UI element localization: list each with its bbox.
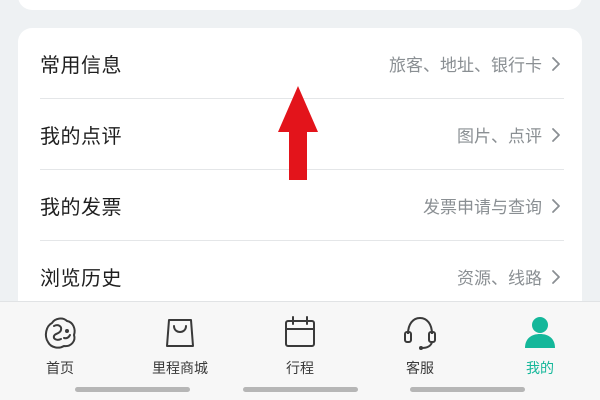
tab-customer-service[interactable]: 客服 — [360, 312, 480, 378]
menu-row-hint: 发票申请与查询 — [423, 198, 542, 218]
menu-row-title: 我的点评 — [40, 124, 122, 148]
profile-icon — [525, 317, 555, 348]
menu-row-title: 我的发票 — [40, 195, 122, 219]
tab-itinerary[interactable]: 行程 — [240, 312, 360, 378]
tab-mine[interactable]: 我的 — [480, 312, 600, 378]
chevron-right-icon — [552, 127, 560, 142]
annotation-arrow-up-icon — [278, 86, 318, 180]
tab-label: 客服 — [406, 361, 434, 377]
calendar-icon — [285, 316, 315, 347]
menu-row-hint: 旅客、地址、银行卡 — [389, 56, 542, 76]
gesture-bar-right — [410, 387, 525, 392]
menu-row-my-invoices[interactable]: 我的发票 发票申请与查询 — [40, 170, 564, 241]
menu-row-title: 常用信息 — [40, 53, 122, 77]
menu-row-hint: 资源、线路 — [457, 269, 542, 289]
tab-label: 里程商城 — [152, 361, 208, 377]
gesture-bar-left — [75, 387, 190, 392]
chevron-right-icon — [552, 56, 560, 71]
profile-menu-card: 常用信息 旅客、地址、银行卡 我的点评 图片、点评 我的发票 发票申请与查询 浏… — [18, 28, 582, 348]
tab-label: 首页 — [46, 361, 74, 377]
headset-icon — [404, 316, 436, 350]
menu-row-title: 浏览历史 — [40, 266, 122, 290]
top-card — [18, 0, 582, 10]
chevron-right-icon — [552, 269, 560, 284]
tab-label: 我的 — [526, 361, 554, 377]
gesture-bar-center — [243, 387, 358, 392]
home-icon — [44, 317, 76, 349]
menu-row-hint: 图片、点评 — [457, 127, 542, 147]
shopping-bag-icon — [166, 319, 194, 347]
tab-home[interactable]: 首页 — [0, 312, 120, 378]
tab-mileage-mall[interactable]: 里程商城 — [120, 312, 240, 378]
tab-label: 行程 — [286, 361, 314, 377]
bottom-tab-bar: 首页 里程商城 行程 客服 我的 — [0, 301, 600, 400]
chevron-right-icon — [552, 198, 560, 213]
